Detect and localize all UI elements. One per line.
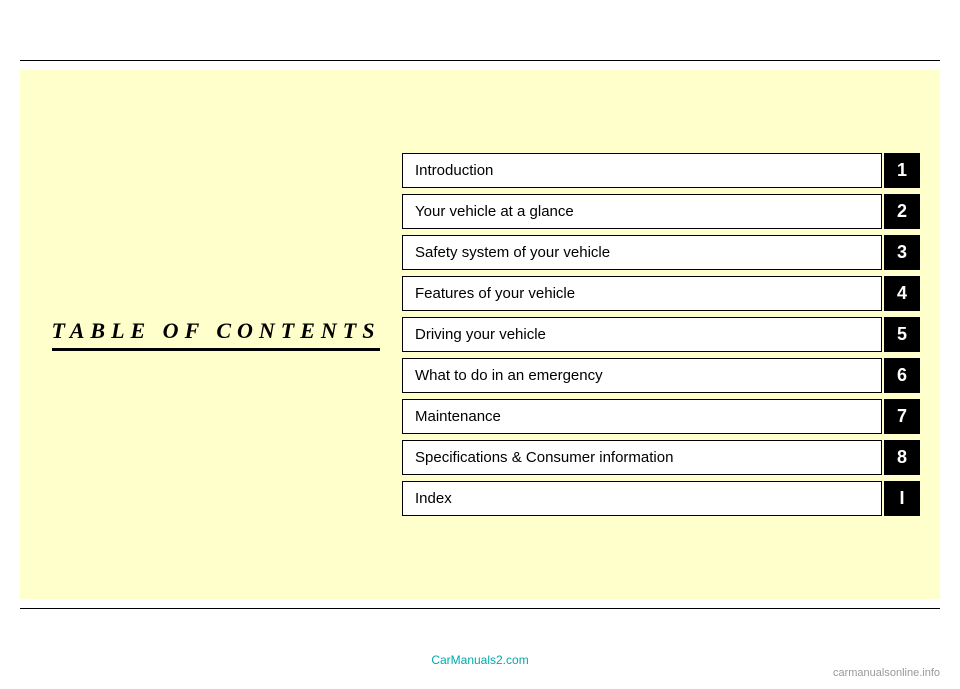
toc-number-7: 7	[884, 399, 920, 434]
toc-label-7[interactable]: Maintenance	[402, 399, 882, 434]
toc-label-6[interactable]: What to do in an emergency	[402, 358, 882, 393]
toc-number-5: 5	[884, 317, 920, 352]
toc-label-2[interactable]: Your vehicle at a glance	[402, 194, 882, 229]
top-divider	[20, 60, 940, 61]
toc-number-2: 2	[884, 194, 920, 229]
toc-number-6: 6	[884, 358, 920, 393]
toc-label-3[interactable]: Safety system of your vehicle	[402, 235, 882, 270]
toc-row: Introduction1	[402, 153, 920, 188]
footer: CarManuals2.com	[0, 651, 960, 669]
bottom-divider	[20, 608, 940, 609]
footer-link[interactable]: CarManuals2.com	[431, 653, 528, 667]
toc-number-1: 1	[884, 153, 920, 188]
toc-label-4[interactable]: Features of your vehicle	[402, 276, 882, 311]
toc-row: Features of your vehicle4	[402, 276, 920, 311]
toc-number-9: I	[884, 481, 920, 516]
toc-title: TABLE OF CONTENTS	[52, 318, 381, 351]
toc-number-3: 3	[884, 235, 920, 270]
toc-label-5[interactable]: Driving your vehicle	[402, 317, 882, 352]
toc-label-9[interactable]: Index	[402, 481, 882, 516]
toc-label-1[interactable]: Introduction	[402, 153, 882, 188]
main-content-area: TABLE OF CONTENTS Introduction1Your vehi…	[20, 70, 940, 599]
toc-row: Specifications & Consumer information8	[402, 440, 920, 475]
toc-row: Driving your vehicle5	[402, 317, 920, 352]
toc-number-4: 4	[884, 276, 920, 311]
toc-row: Safety system of your vehicle3	[402, 235, 920, 270]
toc-row: Maintenance7	[402, 399, 920, 434]
watermark: carmanualsonline.info	[833, 667, 940, 679]
toc-row: IndexI	[402, 481, 920, 516]
left-panel: TABLE OF CONTENTS	[40, 318, 392, 351]
toc-list: Introduction1Your vehicle at a glance2Sa…	[392, 153, 920, 516]
toc-row: Your vehicle at a glance2	[402, 194, 920, 229]
toc-row: What to do in an emergency6	[402, 358, 920, 393]
toc-number-8: 8	[884, 440, 920, 475]
toc-label-8[interactable]: Specifications & Consumer information	[402, 440, 882, 475]
